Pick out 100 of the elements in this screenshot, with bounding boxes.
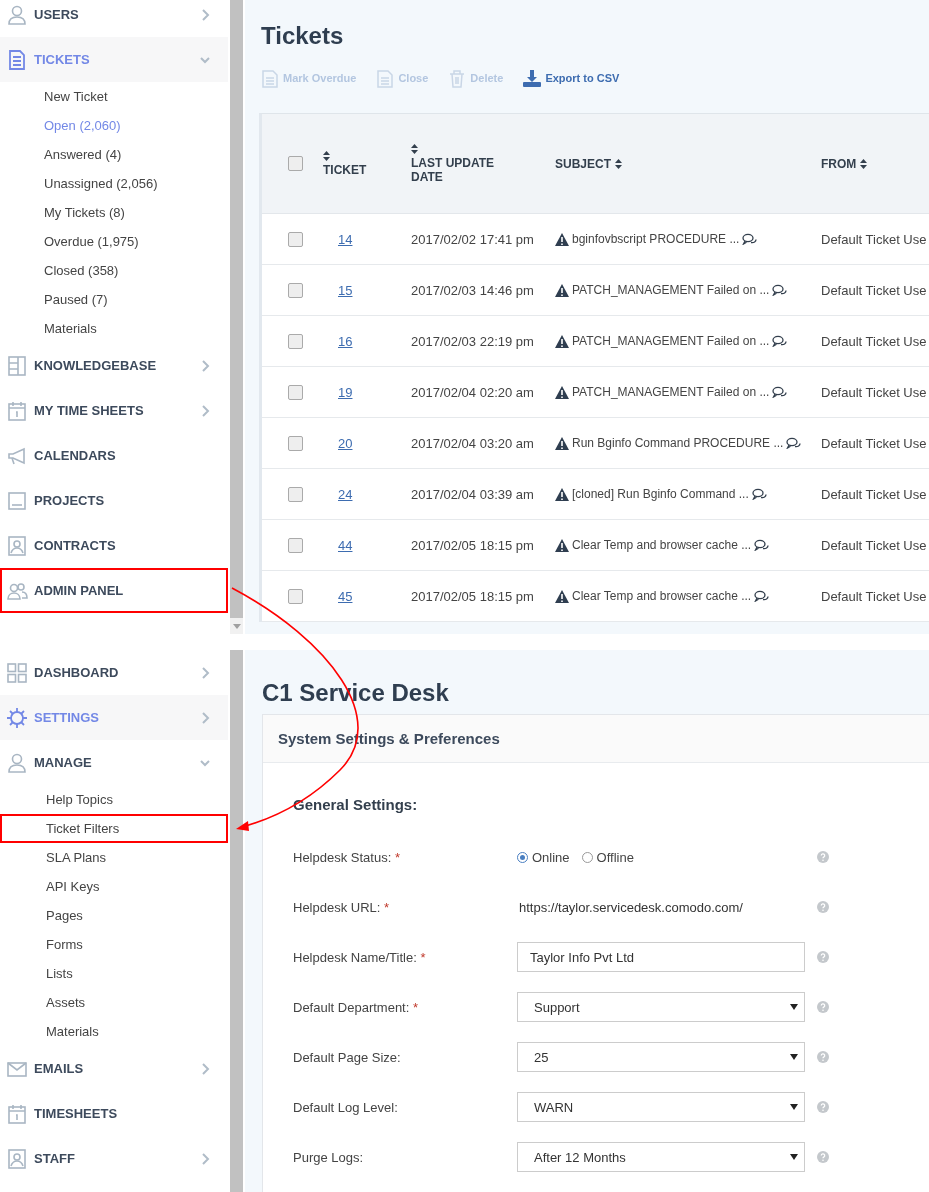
help-icon [817, 1051, 829, 1063]
table-cell: Default Ticket Use [821, 417, 929, 469]
checkbox[interactable] [288, 588, 303, 604]
warning-icon [555, 283, 569, 297]
document-icon [261, 68, 279, 88]
warning-icon [555, 538, 569, 552]
ticket-link[interactable]: 20 [323, 435, 353, 451]
nav-item[interactable]: TIMESHEETS [0, 1091, 228, 1136]
ticket-link[interactable]: 19 [323, 384, 353, 400]
dropdown[interactable]: Support [517, 992, 805, 1022]
table-cell: 2017/02/02 17:41 pm [411, 213, 555, 265]
toolbar-button[interactable]: Export to CSV [523, 68, 620, 88]
checkbox[interactable] [288, 435, 303, 451]
ticket-link[interactable]: 44 [323, 537, 353, 553]
checkbox[interactable] [288, 231, 303, 247]
submenu-item[interactable]: Help Topics [0, 785, 228, 814]
nav-item[interactable]: DASHBOARD [0, 650, 228, 695]
submenu-item[interactable]: Materials [0, 1017, 228, 1046]
submenu-item[interactable]: My Tickets (8) [0, 198, 228, 227]
submenu-item[interactable]: Pages [0, 901, 228, 930]
nav-item[interactable]: EMAILS [0, 1046, 228, 1091]
column-header[interactable]: FROM [821, 156, 868, 171]
caret-icon [790, 1004, 798, 1010]
nav-item[interactable]: CALENDARS [0, 433, 228, 478]
ticket-link[interactable]: 15 [323, 282, 353, 298]
submenu-item[interactable]: Lists [0, 959, 228, 988]
field-label: Purge Logs: [293, 1149, 365, 1165]
field-label: Default Page Size: [293, 1049, 402, 1065]
ticket-subject[interactable]: bginfovbscript PROCEDURE ... [572, 232, 740, 246]
ticket-subject[interactable]: Clear Temp and browser cache ... [572, 589, 752, 603]
nav-item[interactable]: USERS [0, 0, 228, 37]
nav-item[interactable]: MY TIME SHEETS [0, 388, 228, 433]
submenu-item[interactable]: Closed (358) [0, 256, 228, 285]
field-label: Default Log Level: [293, 1099, 399, 1115]
scrollbar[interactable] [230, 650, 243, 1192]
submenu-item[interactable]: Answered (4) [0, 140, 228, 169]
ticket-link[interactable]: 14 [323, 231, 353, 247]
document-icon [376, 68, 395, 88]
submenu-item[interactable]: Assets [0, 988, 228, 1017]
submenu-item[interactable]: Ticket Filters [0, 814, 228, 843]
ticket-link[interactable]: 45 [323, 588, 353, 604]
section-heading: General Settings: [293, 795, 419, 815]
submenu-item[interactable]: API Keys [0, 872, 228, 901]
dropdown[interactable]: After 12 Months [517, 1142, 805, 1172]
table-cell: 2017/02/04 02:20 am [411, 366, 555, 418]
url-text: https://taylor.servicedesk.comodo.com/ [518, 899, 744, 915]
table-cell: 2017/02/04 03:20 am [411, 417, 555, 469]
help-icon [817, 1101, 829, 1113]
radio-button[interactable]: Online [517, 849, 570, 865]
chat-bubbles-icon [742, 233, 758, 245]
sort-icon [615, 158, 622, 169]
person-icon [6, 751, 28, 774]
chat-bubbles-icon [786, 437, 802, 449]
submenu-item[interactable]: Overdue (1,975) [0, 227, 228, 256]
sort-icon [860, 158, 868, 169]
table-cell: Default Ticket Use [821, 213, 929, 265]
ticket-link[interactable]: 16 [323, 333, 353, 349]
nav-item[interactable]: ADMIN PANEL [0, 568, 228, 613]
nav-item[interactable]: PROJECTS [0, 478, 228, 523]
checkbox[interactable] [288, 486, 303, 502]
checkbox[interactable] [288, 282, 303, 298]
settings-icon [6, 706, 28, 729]
ticket-link[interactable]: 24 [323, 486, 353, 502]
column-header[interactable]: TICKET [323, 151, 367, 177]
input-field[interactable]: Taylor Info Pvt Ltd [517, 942, 805, 972]
checkbox[interactable] [288, 384, 303, 400]
checkbox[interactable] [288, 333, 303, 349]
scrollbar[interactable] [230, 0, 243, 618]
ticket-subject[interactable]: PATCH_MANAGEMENT Failed on ... [572, 283, 770, 297]
ticket-subject[interactable]: PATCH_MANAGEMENT Failed on ... [572, 385, 770, 399]
dropdown[interactable]: 25 [517, 1042, 805, 1072]
ticket-subject[interactable]: Clear Temp and browser cache ... [572, 538, 752, 552]
ticket-subject[interactable]: PATCH_MANAGEMENT Failed on ... [572, 334, 770, 348]
field-label: Helpdesk Name/Title: * [293, 949, 427, 965]
ticket-subject[interactable]: Run Bginfo Command PROCEDURE ... [572, 436, 784, 450]
table-cell: Default Ticket Use [821, 468, 929, 520]
caret-icon [790, 1154, 798, 1160]
nav-item[interactable]: STAFF [0, 1136, 228, 1181]
document-icon [6, 48, 28, 71]
column-header[interactable]: SUBJECT [555, 156, 622, 171]
submenu-item[interactable]: Paused (7) [0, 285, 228, 314]
checkbox[interactable] [288, 156, 303, 171]
submenu-item[interactable]: Materials [0, 314, 228, 343]
table-cell: 2017/02/05 18:15 pm [411, 570, 555, 622]
layout-icon [6, 354, 28, 377]
field-label: Helpdesk URL: * [293, 899, 391, 915]
submenu-item[interactable]: New Ticket [0, 82, 228, 111]
panel-icon [6, 489, 28, 512]
help-icon [817, 901, 829, 913]
ticket-subject[interactable]: [cloned] Run Bginfo Command ... [572, 487, 749, 501]
nav-item[interactable]: CONTRACTS [0, 523, 228, 568]
nav-item[interactable]: MANAGE [0, 740, 228, 785]
radio-button[interactable]: Offline [581, 849, 634, 865]
nav-item[interactable]: KNOWLEDGEBASE [0, 343, 228, 388]
submenu-item[interactable]: Unassigned (2,056) [0, 169, 228, 198]
submenu-item[interactable]: SLA Plans [0, 843, 228, 872]
checkbox[interactable] [288, 537, 303, 553]
submenu-item[interactable]: Forms [0, 930, 228, 959]
table-cell: 2017/02/05 18:15 pm [411, 519, 555, 571]
dropdown[interactable]: WARN [517, 1092, 805, 1122]
